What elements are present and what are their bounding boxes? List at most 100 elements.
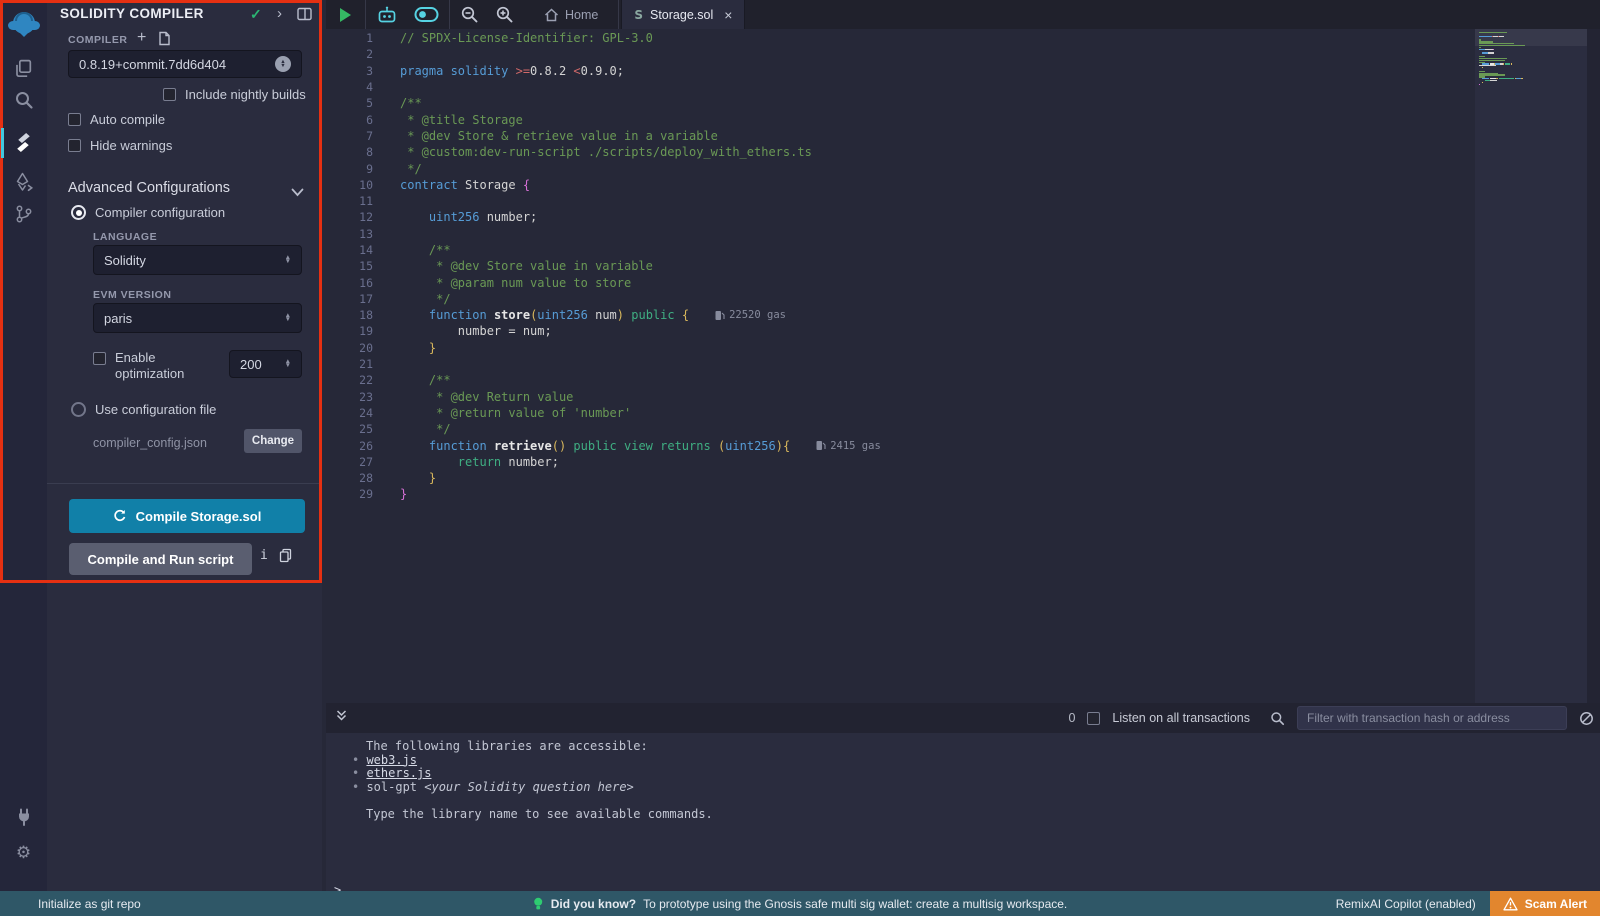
chevron-right-icon[interactable]: ›	[277, 5, 282, 22]
advanced-configurations-header[interactable]: Advanced Configurations	[68, 180, 230, 196]
compile-button[interactable]: Compile Storage.sol	[69, 499, 305, 533]
git-branch-icon	[14, 204, 34, 224]
icon-rail: ⚙	[0, 0, 47, 891]
line-number: 29	[326, 487, 373, 501]
line-number: 1	[326, 31, 373, 45]
code-text: * @return value of 'number'	[400, 406, 631, 420]
compiler-version-select[interactable]: 0.8.19+commit.7dd6d404 ▲▼	[68, 50, 302, 78]
sidebar-item-file-explorer[interactable]	[0, 51, 47, 85]
code-text: number = num;	[400, 324, 552, 338]
listen-transactions-checkbox[interactable]	[1087, 712, 1100, 725]
line-number: 18	[326, 308, 373, 322]
code-text: */	[400, 162, 422, 176]
line-number: 22	[326, 373, 373, 387]
config-filename: compiler_config.json	[93, 436, 207, 450]
scam-alert-badge[interactable]: Scam Alert	[1490, 891, 1600, 916]
code-text: }	[400, 341, 436, 355]
code-line: 4	[326, 79, 881, 95]
use-configuration-file-radio[interactable]	[71, 402, 86, 417]
code-line: 16 * @param num value to store	[326, 274, 881, 290]
sidebar-item-search[interactable]	[0, 83, 47, 117]
double-chevron-down-icon	[335, 709, 348, 722]
run-script-button[interactable]	[326, 0, 363, 29]
nightly-builds-checkbox[interactable]	[163, 88, 176, 101]
terminal-output[interactable]: The following libraries are accessible:•…	[326, 733, 1600, 891]
code-line: 1// SPDX-License-Identifier: GPL-3.0	[326, 30, 881, 46]
terminal-line: Type the library name to see available c…	[326, 808, 1600, 822]
clear-console-icon[interactable]	[1579, 711, 1594, 726]
select-arrows-icon: ▲▼	[285, 314, 291, 323]
evm-version-select[interactable]: paris ▲▼	[93, 303, 302, 333]
copy-icon[interactable]	[279, 548, 292, 568]
robot-icon	[376, 5, 398, 25]
compiler-configuration-radio[interactable]	[71, 205, 86, 220]
enable-optimization-label: Enable optimization	[115, 350, 195, 382]
deploy-run-icon	[13, 172, 34, 193]
split-view-icon[interactable]	[297, 7, 312, 26]
code-line: 27 return number;	[326, 454, 881, 470]
tab-home[interactable]: Home	[532, 0, 610, 29]
code-text: */	[400, 292, 451, 306]
add-compiler-icon[interactable]: +	[137, 30, 146, 46]
ai-copilot-button[interactable]	[368, 0, 406, 29]
use-configuration-file-label: Use configuration file	[95, 402, 216, 417]
code-line: 22 /**	[326, 372, 881, 388]
line-number: 15	[326, 259, 373, 273]
compiler-section-label: COMPILER	[68, 34, 127, 46]
terminal-toolbar: 0 Listen on all transactions	[326, 703, 1600, 733]
hide-warnings-checkbox[interactable]	[68, 139, 81, 152]
remix-logo[interactable]	[0, 6, 47, 42]
sidebar-item-plugin-manager[interactable]	[0, 800, 47, 834]
sidebar-item-deploy-run[interactable]	[0, 165, 47, 199]
zoom-out-button[interactable]	[452, 0, 487, 29]
sidebar-item-solidity-compiler[interactable]	[0, 125, 47, 159]
nightly-builds-row: Include nightly builds	[163, 87, 306, 102]
minimap[interactable]	[1475, 29, 1587, 703]
code-text: contract Storage {	[400, 178, 530, 192]
code-line: 20 }	[326, 340, 881, 356]
line-number: 14	[326, 243, 373, 257]
open-file-icon[interactable]	[157, 31, 171, 51]
code-line: 10contract Storage {	[326, 177, 881, 193]
optimization-runs-input[interactable]: 200 ▲▼	[229, 350, 302, 378]
auto-compile-checkbox[interactable]	[68, 113, 81, 126]
collapse-terminal-button[interactable]	[335, 709, 348, 727]
code-lines: 1// SPDX-License-Identifier: GPL-3.023pr…	[326, 30, 881, 503]
listen-transactions-label: Listen on all transactions	[1112, 711, 1250, 725]
code-text: * @param num value to store	[400, 276, 631, 290]
auto-compile-label: Auto compile	[90, 112, 165, 127]
copilot-toggle[interactable]	[406, 0, 447, 29]
info-icon[interactable]: i	[260, 548, 268, 563]
language-select[interactable]: Solidity ▲▼	[93, 245, 302, 275]
tab-storage-sol[interactable]: S Storage.sol ×	[621, 0, 745, 29]
compile-and-run-button[interactable]: Compile and Run script	[69, 543, 252, 575]
main-area: Home S Storage.sol × 1// SPDX-License-Id…	[326, 0, 1600, 891]
line-number: 25	[326, 422, 373, 436]
tip-text: To prototype using the Gnosis safe multi…	[643, 897, 1067, 911]
gas-estimate: 22520 gas	[715, 309, 786, 321]
code-editor[interactable]: 1// SPDX-License-Identifier: GPL-3.023pr…	[326, 29, 1600, 703]
copilot-status[interactable]: RemixAI Copilot (enabled)	[1336, 897, 1476, 911]
play-icon	[340, 8, 351, 22]
code-line: 24 * @return value of 'number'	[326, 405, 881, 421]
git-init-button[interactable]: Initialize as git repo	[38, 897, 141, 911]
code-text: * @dev Store value in variable	[400, 259, 653, 273]
zoom-in-button[interactable]	[487, 0, 522, 29]
sidebar-item-git[interactable]	[0, 197, 47, 231]
close-tab-icon[interactable]: ×	[724, 7, 732, 23]
code-text: }	[400, 471, 436, 485]
change-config-button[interactable]: Change	[244, 429, 302, 453]
enable-optimization-checkbox[interactable]	[93, 352, 106, 365]
sidebar-item-settings[interactable]: ⚙	[0, 836, 47, 870]
line-number: 9	[326, 162, 373, 176]
editor-scrollbar-track[interactable]	[1587, 29, 1600, 703]
terminal-line: • sol-gpt <your Solidity question here>	[326, 781, 1600, 795]
home-icon	[544, 8, 559, 22]
code-text: */	[400, 422, 451, 436]
warning-icon	[1503, 897, 1518, 911]
chevron-down-icon[interactable]	[291, 184, 304, 202]
transaction-filter-input[interactable]	[1297, 706, 1567, 730]
remix-logo-icon	[8, 8, 40, 40]
code-text: function store(uint256 num) public {	[400, 308, 689, 322]
code-line: 18 function store(uint256 num) public { 2…	[326, 307, 881, 323]
